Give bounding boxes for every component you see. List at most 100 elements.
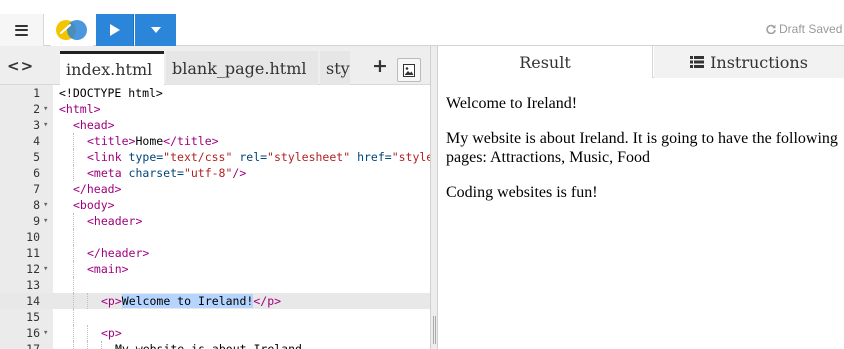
line-number: 15 <box>26 310 40 324</box>
indent-guide <box>87 341 88 349</box>
code-text: <body> <box>73 198 115 212</box>
panel-splitter[interactable] <box>430 46 438 349</box>
result-panel: Result Instructions Welcome to Ireland! … <box>438 46 844 349</box>
fold-arrow-icon[interactable]: ▾ <box>43 325 48 341</box>
result-paragraph: Welcome to Ireland! <box>446 95 578 112</box>
indent-guide <box>73 261 74 277</box>
tab-style-css[interactable]: style.css <box>320 51 350 85</box>
code-line[interactable]: 6 <meta charset="utf-8"/> <box>0 165 430 181</box>
line-number: 4 <box>33 134 40 148</box>
line-number: 13 <box>26 278 40 292</box>
line-number: 12 <box>26 262 40 276</box>
code-line[interactable]: 10 <box>0 229 430 245</box>
code-text: <title>Home</title> <box>87 134 219 148</box>
indent-guide <box>73 325 74 341</box>
indent-guide <box>87 293 88 309</box>
indent-guide <box>73 165 74 181</box>
code-area[interactable]: 1 <!DOCTYPE html> 2 ▾ <html> 3 ▾ <head> 4 <title>… <box>0 85 430 349</box>
tab-result[interactable]: Result <box>438 46 653 78</box>
draft-status-text: Draft Saved <box>779 22 843 36</box>
menu-button[interactable] <box>0 14 44 46</box>
fold-arrow-icon[interactable]: ▾ <box>43 117 48 133</box>
image-icon <box>403 63 415 77</box>
indent-guide <box>87 325 88 341</box>
tab-instructions-label: Instructions <box>710 52 808 72</box>
line-number: 7 <box>33 182 40 196</box>
code-line[interactable]: 4 <title>Home</title> <box>0 133 430 149</box>
result-paragraph: Coding websites is fun! <box>446 184 598 201</box>
run-button[interactable] <box>96 14 134 46</box>
file-tab-bar: <> index.html blank_page.html style.css … <box>0 46 430 85</box>
rendered-page: Welcome to Ireland! My website is about … <box>446 94 842 218</box>
line-number: 16 <box>26 326 40 340</box>
top-toolbar: Draft Saved <box>0 0 844 46</box>
line-number: 8 <box>33 198 40 212</box>
tab-index-html[interactable]: index.html <box>60 51 164 85</box>
refresh-icon <box>766 24 776 34</box>
hamburger-icon <box>15 24 28 36</box>
caret-down-icon <box>150 27 161 33</box>
code-text: <p>Welcome to Ireland!</p> <box>101 294 282 308</box>
code-text: <main> <box>87 262 129 276</box>
line-number: 11 <box>26 246 40 260</box>
line-number: 5 <box>33 150 40 164</box>
tab-result-label: Result <box>519 52 571 72</box>
code-line[interactable]: 16 ▾ <p> <box>0 325 430 341</box>
result-tab-bar: Result Instructions <box>438 46 844 78</box>
code-text: <p> <box>101 326 122 340</box>
code-line[interactable]: 5 <link type="text/css" rel="stylesheet" … <box>0 149 430 165</box>
code-line[interactable]: 13 <box>0 277 430 293</box>
code-text: My website is about Ireland. <box>115 342 309 349</box>
code-text: <!DOCTYPE html> <box>59 86 163 100</box>
code-line[interactable]: 14 <p>Welcome to Ireland!</p> <box>0 293 430 309</box>
code-text: <link type="text/css" rel="stylesheet" h… <box>87 150 430 164</box>
play-icon <box>109 24 120 36</box>
line-number: 14 <box>26 294 40 308</box>
code-line[interactable]: 2 ▾ <html> <box>0 101 430 117</box>
splitter-grip[interactable] <box>433 316 436 344</box>
code-line[interactable]: 11 </header> <box>0 245 430 261</box>
code-line[interactable]: 1 <!DOCTYPE html> <box>0 85 430 101</box>
line-number: 2 <box>33 102 40 116</box>
code-line[interactable]: 8 ▾ <body> <box>0 197 430 213</box>
code-text: <header> <box>87 214 143 228</box>
code-line[interactable]: 17 My website is about Ireland. <box>0 341 430 349</box>
fold-arrow-icon[interactable]: ▾ <box>43 213 48 229</box>
code-line[interactable]: 7 </head> <box>0 181 430 197</box>
app-logo[interactable] <box>51 14 93 46</box>
code-text: </header> <box>87 246 150 260</box>
indent-guide <box>73 293 74 309</box>
run-options-dropdown[interactable] <box>135 14 176 46</box>
indent-guide <box>73 229 74 245</box>
code-line[interactable]: 12 ▾ <main> <box>0 261 430 277</box>
indent-guide <box>73 309 74 325</box>
code-text: <html> <box>59 102 101 116</box>
tab-blank-page-html[interactable]: blank_page.html <box>166 51 318 85</box>
line-number: 1 <box>33 86 40 100</box>
fold-arrow-icon[interactable]: ▾ <box>43 197 48 213</box>
line-number: 9 <box>33 214 40 228</box>
code-line[interactable]: 15 <box>0 309 430 325</box>
indent-guide <box>73 213 74 229</box>
indent-guide <box>73 341 74 349</box>
code-text: <meta charset="utf-8"/> <box>87 166 247 180</box>
line-number: 3 <box>33 118 40 132</box>
code-view-toggle-icon[interactable]: <> <box>7 57 34 75</box>
draft-status: Draft Saved <box>766 22 842 36</box>
indent-guide <box>73 277 74 293</box>
add-image-button[interactable] <box>397 58 421 82</box>
line-number: 6 <box>33 166 40 180</box>
code-editor-panel: <> index.html blank_page.html style.css … <box>0 46 430 349</box>
tab-instructions[interactable]: Instructions <box>654 46 844 78</box>
code-text: </head> <box>73 182 122 196</box>
trinket-logo-icon <box>56 20 87 40</box>
fold-arrow-icon[interactable]: ▾ <box>43 261 48 277</box>
add-file-icon[interactable]: + <box>372 55 388 77</box>
indent-guide <box>73 133 74 149</box>
code-line[interactable]: 9 ▾ <header> <box>0 213 430 229</box>
indent-guide <box>73 245 74 261</box>
code-line[interactable]: 3 ▾ <head> <box>0 117 430 133</box>
indent-guide <box>73 149 74 165</box>
fold-arrow-icon[interactable]: ▾ <box>43 101 48 117</box>
indent-guide <box>101 341 102 349</box>
